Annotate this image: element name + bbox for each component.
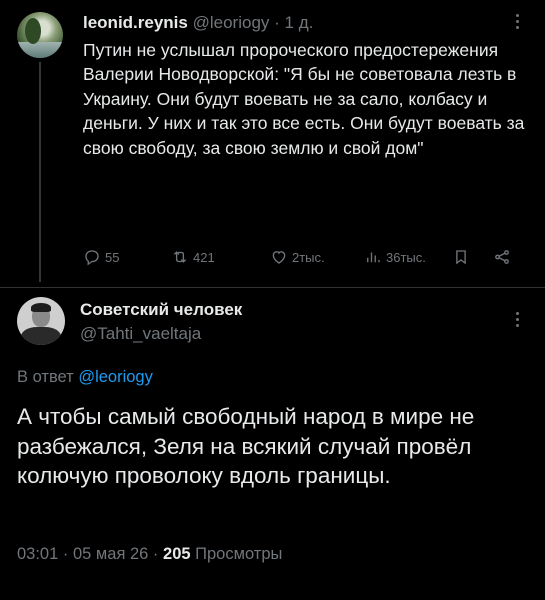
views-icon (367, 252, 380, 263)
action-bar: 55 421 2тыс. 36тыс. (83, 246, 523, 268)
bookmark-button[interactable] (452, 246, 474, 268)
separator: · (274, 13, 280, 32)
separator: · (152, 545, 159, 563)
separator: · (62, 545, 69, 563)
like-icon (272, 251, 286, 264)
retweet-count: 421 (193, 249, 215, 265)
share-icon (495, 250, 509, 264)
views-count: 36тыс. (386, 249, 426, 265)
timestamp[interactable]: 1 д. (285, 13, 314, 32)
views-count[interactable]: 205 (163, 545, 191, 563)
display-name[interactable]: leonid.reynis (83, 13, 188, 32)
reply-context: В ответ @leoriogy (17, 368, 153, 387)
tweet-text: А чтобы самый свободный народ в мире не … (17, 404, 481, 489)
avatar-hair (31, 303, 51, 312)
views-label: Просмотры (195, 545, 283, 563)
like-count: 2тыс. (292, 249, 325, 265)
reply-icon (85, 250, 99, 266)
retweet-icon (173, 251, 187, 263)
time[interactable]: 03:01 (17, 545, 58, 563)
like-button[interactable]: 2тыс. (270, 246, 325, 268)
handle[interactable]: @Tahti_vaeltaja (80, 324, 201, 344)
reply-count: 55 (105, 249, 120, 265)
parent-tweet[interactable]: leonid.reynis @leoriogy · 1 д. Путин не … (0, 0, 545, 286)
avatar[interactable] (17, 12, 63, 58)
avatar-body (21, 327, 61, 345)
reply-button[interactable]: 55 (83, 246, 119, 268)
reply-prefix: В ответ (17, 368, 74, 386)
avatar-tree (25, 18, 41, 44)
retweet-button[interactable]: 421 (171, 246, 215, 268)
views-button[interactable]: 36тыс. (364, 246, 426, 268)
more-icon[interactable] (509, 14, 525, 32)
divider (0, 287, 545, 288)
date[interactable]: 05 мая 26 (73, 545, 148, 563)
avatar-lake (17, 42, 63, 58)
handle[interactable]: @leoriogy (193, 13, 270, 32)
display-name[interactable]: Советский человек (80, 300, 242, 320)
avatar[interactable] (17, 297, 65, 345)
thread-line (39, 62, 41, 282)
more-icon[interactable] (509, 312, 525, 330)
tweet-text: Путин не услышал пророческого предостере… (83, 40, 530, 158)
tweet-header: leonid.reynis @leoriogy · 1 д. (83, 12, 313, 34)
share-button[interactable] (493, 246, 515, 268)
reply-handle-link[interactable]: @leoriogy (78, 368, 153, 386)
bookmark-icon (456, 250, 466, 265)
tweet-meta: 03:01 · 05 мая 26 · 205 Просмотры (17, 545, 282, 564)
